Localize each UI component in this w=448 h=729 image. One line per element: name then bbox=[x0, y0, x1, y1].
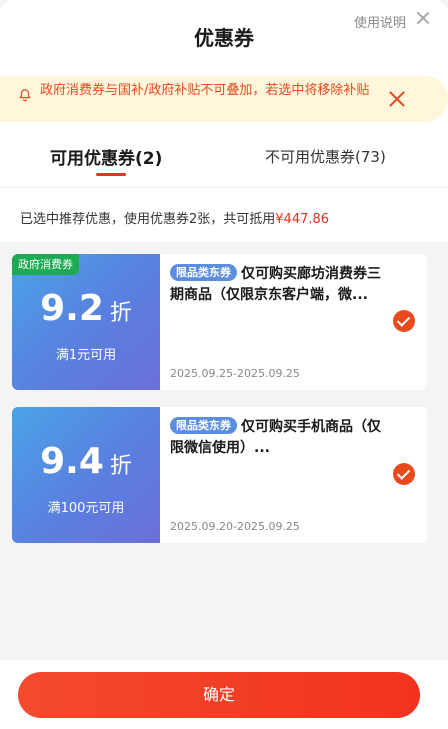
notice-banner: 政府消费券与国补/政府补贴不可叠加，若选中将移除补贴 bbox=[0, 76, 448, 122]
discount-unit: 折 bbox=[109, 301, 132, 326]
confirm-button[interactable]: 确定 bbox=[18, 672, 420, 718]
dismiss-notice-icon[interactable] bbox=[388, 90, 406, 108]
header: 优惠券 使用说明 bbox=[0, 0, 448, 70]
category-tag: 限品类东券 bbox=[170, 417, 237, 434]
coupon-value-panel: 9.4 折 满100元可用 bbox=[12, 407, 160, 543]
summary-amount: ¥447.86 bbox=[275, 212, 330, 227]
coupon-condition: 满100元可用 bbox=[47, 501, 125, 516]
coupon-card[interactable]: 9.4 折 满100元可用 限品类东券 仅可购买手机商品（仅限微信使用）... 20… bbox=[12, 407, 427, 543]
notice-text: 政府消费券与国补/政府补贴不可叠加，若选中将移除补贴 bbox=[40, 83, 370, 98]
tab-available[interactable]: 可用优惠券(2) bbox=[50, 144, 162, 169]
coupon-discount: 9.2 折 bbox=[12, 288, 160, 329]
discount-value: 9.2 bbox=[40, 288, 104, 329]
coupon-discount: 9.4 折 bbox=[12, 441, 160, 482]
checkmark-icon[interactable] bbox=[393, 310, 415, 332]
coupon-tabs: 可用优惠券(2) 不可用优惠券(73) bbox=[0, 140, 448, 188]
summary-text: 已选中推荐优惠，使用优惠券2张，共可抵用 bbox=[20, 212, 276, 227]
coupon-description: 限品类东券 仅可购买廊坊消费券三期商品（仅限京东客户端，微... bbox=[170, 264, 385, 306]
selection-summary: 已选中推荐优惠，使用优惠券2张，共可抵用¥447.86 bbox=[20, 208, 329, 227]
coupon-info: 限品类东券 仅可购买手机商品（仅限微信使用）... 2025.09.20-2025… bbox=[160, 407, 427, 543]
bell-icon bbox=[19, 89, 31, 102]
coupon-date: 2025.09.20-2025.09.25 bbox=[170, 520, 300, 533]
tab-unavailable[interactable]: 不可用优惠券(73) bbox=[265, 146, 386, 167]
coupon-condition: 满1元可用 bbox=[55, 348, 117, 363]
active-tab-indicator bbox=[96, 173, 126, 176]
coupon-value-panel: 政府消费券 9.2 折 满1元可用 bbox=[12, 254, 160, 390]
category-tag: 限品类东券 bbox=[170, 264, 237, 281]
footer-bar: 确定 bbox=[0, 660, 448, 729]
checkmark-icon[interactable] bbox=[393, 463, 415, 485]
coupon-date: 2025.09.25-2025.09.25 bbox=[170, 367, 300, 380]
discount-unit: 折 bbox=[109, 454, 132, 479]
coupon-card[interactable]: 政府消费券 9.2 折 满1元可用 限品类东券 仅可购买廊坊消费券三期商品（仅限京东… bbox=[12, 254, 427, 390]
coupon-sheet: 优惠券 使用说明 政府消费券与国补/政府补贴不可叠加，若选中将移除补贴 可用优惠… bbox=[0, 0, 448, 242]
gov-badge: 政府消费券 bbox=[12, 254, 79, 275]
coupon-description: 限品类东券 仅可购买手机商品（仅限微信使用）... bbox=[170, 417, 385, 459]
usage-help-link[interactable]: 使用说明 bbox=[354, 12, 406, 31]
discount-value: 9.4 bbox=[40, 441, 104, 482]
coupon-info: 限品类东券 仅可购买廊坊消费券三期商品（仅限京东客户端，微... 2025.09.… bbox=[160, 254, 427, 390]
close-icon[interactable] bbox=[414, 9, 432, 27]
